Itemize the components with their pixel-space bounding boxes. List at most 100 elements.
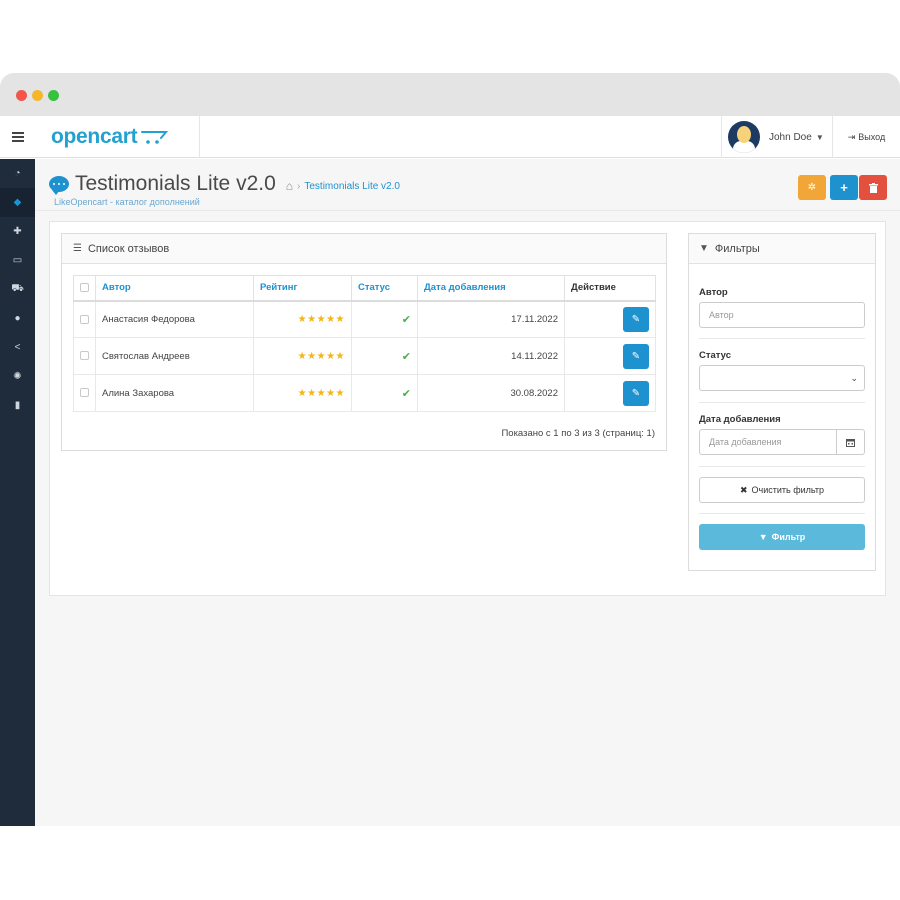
user-menu[interactable]: John Doe ▼ (721, 116, 833, 158)
page-title: Testimonials Lite v2.0 (75, 172, 276, 195)
pagination-info: Показано с 1 по 3 из 3 (страниц: 1) (501, 428, 655, 439)
rating-cell: ★★★★★ (253, 374, 352, 412)
gear-icon: ✺ (13, 371, 22, 382)
menu-toggle-button[interactable] (0, 116, 35, 158)
author-filter-label: Автор (699, 287, 728, 298)
date-cell: 17.11.2022 (417, 300, 565, 338)
rating-cell: ★★★★★ (253, 300, 352, 338)
date-filter-label: Дата добавления (699, 414, 781, 425)
sign-out-icon: ⇥ (847, 131, 856, 142)
settings-button[interactable]: ✲ (798, 175, 826, 200)
row-checkbox[interactable] (80, 351, 89, 361)
minimize-window-dot[interactable] (32, 90, 43, 101)
action-cell: ✎ (564, 300, 656, 338)
sidebar-item-sales[interactable]: ⛟ (0, 275, 35, 304)
filter-heading: Фильтры (714, 242, 760, 255)
apply-filter-button[interactable]: ▼ Фильтр (699, 524, 865, 550)
user-name: John Doe (769, 131, 812, 143)
pencil-icon: ✎ (631, 387, 641, 399)
breadcrumb-separator: › (297, 180, 301, 192)
author-cell: Алина Захарова (95, 374, 254, 412)
column-action: Действие (564, 275, 656, 302)
filter-icon: ▼ (699, 243, 709, 254)
sidebar-item-design[interactable]: ▭ (0, 246, 35, 275)
hamburger-icon (11, 132, 24, 142)
add-button[interactable]: + (830, 175, 858, 200)
select-all-checkbox[interactable] (80, 283, 89, 293)
table-header-row: Автор Рейтинг Статус Дата добавления Дей… (73, 275, 656, 302)
maximize-window-dot[interactable] (48, 90, 59, 101)
date-filter-input[interactable]: Дата добавления (699, 429, 837, 455)
content-panel: ☰ Список отзывов Автор Рейтинг Статус Да… (49, 221, 886, 596)
status-cell: ✔ (351, 300, 418, 338)
bar-chart-icon: ▮ (14, 400, 21, 411)
edit-button[interactable]: ✎ (623, 306, 649, 332)
sidebar-item-dashboard[interactable]: ◔ (0, 159, 35, 188)
sidebar-item-system[interactable]: ✺ (0, 362, 35, 391)
comment-icon (49, 176, 69, 195)
action-cell: ✎ (564, 374, 656, 412)
puzzle-icon: ✚ (13, 226, 22, 237)
row-checkbox[interactable] (80, 388, 89, 398)
breadcrumb: ⌂ › Testimonials Lite v2.0 (286, 179, 400, 193)
filter-panel: ▼ Фильтры Автор Автор Статус ⌄ Дата доба… (688, 233, 876, 571)
pencil-icon: ✎ (631, 350, 641, 362)
breadcrumb-link[interactable]: Testimonials Lite v2.0 (304, 181, 400, 192)
calendar-button[interactable] (837, 429, 865, 455)
date-cell: 14.11.2022 (417, 337, 565, 375)
sidebar-item-extensions[interactable]: ✚ (0, 217, 35, 246)
close-window-dot[interactable] (16, 90, 27, 101)
author-cell: Анастасия Федорова (95, 300, 254, 338)
clear-filter-button[interactable]: ✖ Очистить фильтр (699, 477, 865, 503)
status-filter-select[interactable]: ⌄ (699, 365, 865, 391)
sidebar-item-marketing[interactable]: < (0, 333, 35, 362)
edit-button[interactable]: ✎ (623, 343, 649, 369)
logo[interactable]: opencart (35, 116, 200, 158)
tag-icon: ◆ (13, 197, 22, 208)
trash-icon (868, 182, 878, 193)
sidebar-item-reports[interactable]: ▮ (0, 391, 35, 420)
check-icon: ✔ (401, 350, 411, 363)
page-subtitle[interactable]: LikeOpencart - каталог дополнений (54, 197, 200, 207)
column-rating[interactable]: Рейтинг (253, 275, 352, 302)
edit-button[interactable]: ✎ (623, 380, 649, 406)
divider (699, 513, 865, 514)
title-row: Testimonials Lite v2.0 ⌂ › Testimonials … (49, 172, 400, 196)
cogs-icon: ✲ (807, 182, 817, 193)
dashboard-icon: ◔ (14, 168, 21, 179)
delete-button[interactable] (859, 175, 887, 200)
filter-panel-heading: ▼ Фильтры (689, 234, 875, 264)
sidebar-item-catalog[interactable]: ◆ (0, 188, 35, 217)
rating-cell: ★★★★★ (253, 337, 352, 375)
logout-label: Выход (858, 132, 886, 142)
avatar (728, 121, 760, 153)
column-author[interactable]: Автор (95, 275, 254, 302)
share-icon: < (14, 342, 21, 353)
table-row: Анастасия Федорова ★★★★★ ✔ 17.11.2022 ✎ (73, 300, 656, 338)
chevron-down-icon: ⌄ (850, 373, 858, 383)
plus-icon: + (840, 180, 848, 195)
column-date[interactable]: Дата добавления (417, 275, 565, 302)
row-checkbox-cell (73, 337, 96, 375)
cart-icon: ⛟ (11, 283, 24, 294)
check-icon: ✔ (401, 387, 411, 400)
column-status[interactable]: Статус (351, 275, 418, 302)
row-checkbox[interactable] (80, 314, 89, 324)
select-all-cell (73, 275, 96, 302)
times-icon: ✖ (739, 484, 748, 495)
calendar-icon (846, 438, 855, 447)
reviews-heading: Список отзывов (87, 242, 170, 255)
table-row: Алина Захарова ★★★★★ ✔ 30.08.2022 ✎ (73, 374, 656, 412)
author-cell: Святослав Андреев (95, 337, 254, 375)
page-header: Testimonials Lite v2.0 ⌂ › Testimonials … (35, 159, 900, 211)
reviews-panel-heading: ☰ Список отзывов (62, 234, 666, 264)
logout-link[interactable]: ⇥ Выход (833, 116, 900, 158)
author-filter-input[interactable]: Автор (699, 302, 865, 328)
row-checkbox-cell (73, 300, 96, 338)
user-icon: ● (14, 313, 21, 324)
cart-logo-icon (141, 131, 169, 144)
browser-window: opencart John Doe ▼ ⇥ Выход ◔ ◆ ✚ ▭ ⛟ ● … (0, 73, 900, 826)
reviews-panel: ☰ Список отзывов Автор Рейтинг Статус Да… (61, 233, 667, 451)
home-icon[interactable]: ⌂ (286, 179, 293, 193)
sidebar-item-customers[interactable]: ● (0, 304, 35, 333)
